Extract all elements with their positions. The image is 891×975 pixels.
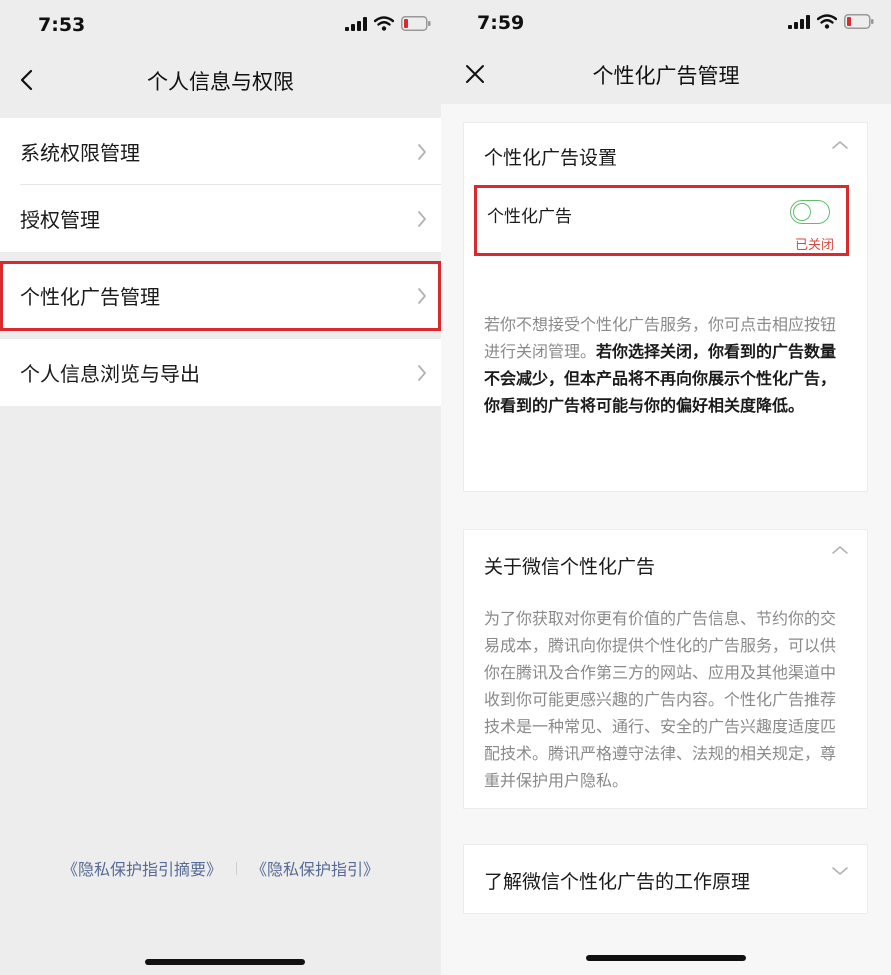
about-ads-card: 关于微信个性化广告 为了你获取对你更有价值的广告信息、节约你的交易成本，腾讯向你… [463, 529, 868, 809]
highlight-frame [0, 261, 441, 331]
menu-item-label: 授权管理 [20, 208, 100, 232]
wifi-icon [374, 16, 394, 31]
page-title: 个人信息与权限 [147, 70, 294, 94]
status-icons [345, 16, 431, 31]
footer-links: 《隐私保护指引摘要》 《隐私保护指引》 [0, 856, 441, 880]
personalized-ads-toggle[interactable] [790, 200, 830, 224]
toggle-knob [793, 202, 811, 221]
status-time: 7:53 [38, 14, 86, 36]
nav-bar: 个性化广告管理 [441, 52, 891, 108]
card-title: 关于微信个性化广告 [484, 556, 656, 578]
card-title: 个性化广告设置 [484, 147, 618, 169]
battery-icon [844, 14, 874, 29]
chevron-down-icon[interactable] [831, 865, 849, 877]
status-bar: 7:53 [0, 0, 441, 52]
chevron-up-icon[interactable] [831, 544, 849, 556]
menu-item-system-permissions[interactable]: 系统权限管理 [0, 118, 441, 185]
card-title: 了解微信个性化广告的工作原理 [484, 871, 751, 893]
chevron-right-icon [418, 364, 426, 381]
home-indicator[interactable] [145, 959, 305, 965]
status-time: 7:59 [477, 12, 525, 34]
divider [236, 861, 237, 875]
status-bar: 7:59 [441, 0, 891, 52]
menu-group-permissions: 系统权限管理 授权管理 [0, 118, 441, 252]
menu-item-label: 系统权限管理 [20, 141, 140, 165]
toggle-status: 已关闭 [794, 238, 834, 253]
chevron-up-icon[interactable] [831, 139, 849, 151]
about-description: 为了你获取对你更有价值的广告信息、节约你的交易成本，腾讯向你提供个性化的广告服务… [484, 609, 837, 790]
left-screen: 7:53 个人信息与权限 系统权限管理 授权管理 个性化广告管理 个人信息浏览与… [0, 0, 441, 975]
how-it-works-card[interactable]: 了解微信个性化广告的工作原理 [463, 844, 868, 914]
battery-icon [401, 16, 431, 31]
cellular-signal-icon [345, 16, 367, 31]
wifi-icon [817, 14, 837, 29]
page-title: 个性化广告管理 [592, 64, 740, 88]
menu-item-authorization[interactable]: 授权管理 [0, 185, 441, 252]
cellular-signal-icon [788, 14, 810, 29]
status-icons [788, 14, 874, 29]
personalized-ads-toggle-row: 个性化广告 已关闭 [474, 185, 849, 256]
ad-settings-card: 个性化广告设置 个性化广告 已关闭 若你不想接受个性化广告服务，你可点击相应按钮… [463, 122, 868, 492]
right-screen: 7:59 个性化广告管理 个性化广告设置 个性化广告 已关闭 若你不想接受个性化… [441, 0, 891, 975]
content-area: 个性化广告设置 个性化广告 已关闭 若你不想接受个性化广告服务，你可点击相应按钮… [441, 104, 891, 975]
menu-item-info-export[interactable]: 个人信息浏览与导出 [0, 339, 441, 406]
toggle-label: 个性化广告 [487, 207, 572, 227]
privacy-guide-link[interactable]: 《隐私保护指引》 [251, 856, 379, 880]
privacy-summary-link[interactable]: 《隐私保护指引摘要》 [62, 856, 222, 880]
menu-item-label: 个人信息浏览与导出 [20, 362, 200, 386]
chevron-right-icon [418, 210, 426, 227]
chevron-right-icon [418, 143, 426, 160]
settings-description: 若你不想接受个性化广告服务，你可点击相应按钮进行关闭管理。若你选择关闭，你看到的… [484, 311, 845, 419]
home-indicator[interactable] [586, 955, 746, 961]
nav-bar: 个人信息与权限 [0, 52, 441, 108]
menu-group-export: 个人信息浏览与导出 [0, 339, 441, 406]
